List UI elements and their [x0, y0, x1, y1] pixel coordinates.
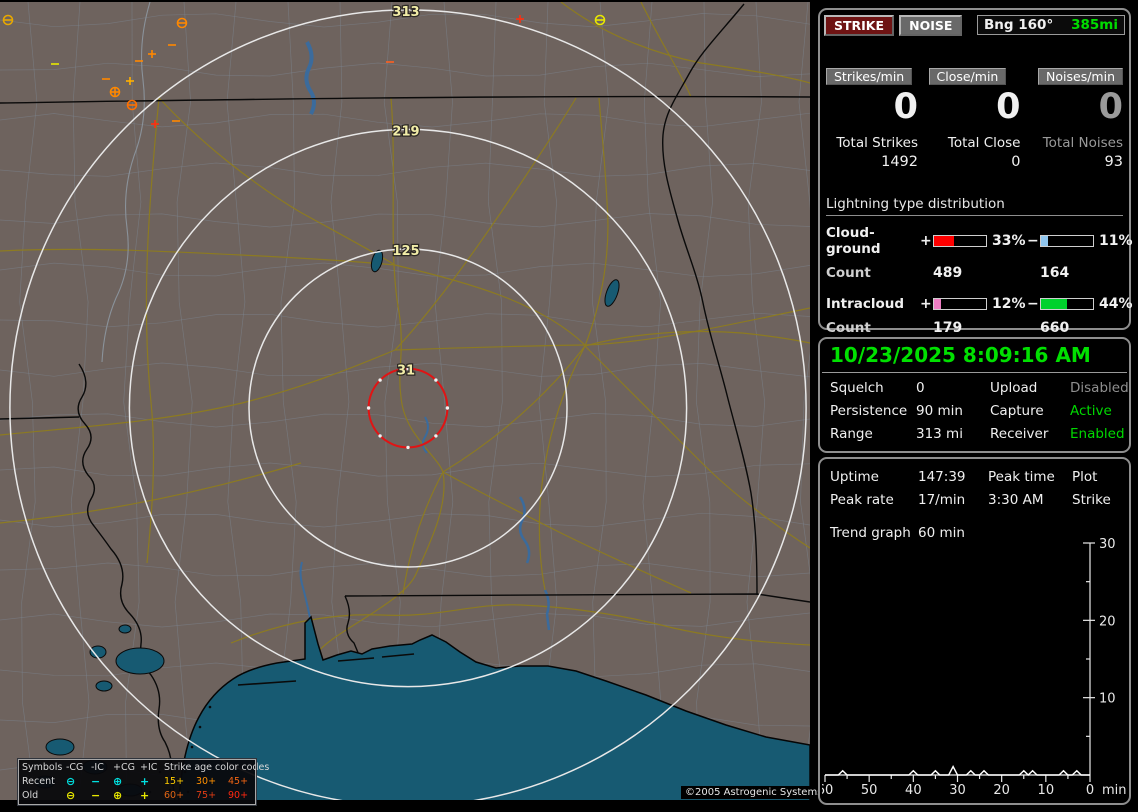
legend-header-4: +IC	[140, 761, 164, 775]
total-strikes-value: 1492	[826, 154, 918, 170]
cloud-ground-row: Cloud-ground + 33% − 11%	[820, 225, 1129, 257]
svg-text:60: 60	[822, 783, 833, 798]
trend-line	[825, 767, 1090, 776]
age-code-60+: 60+	[164, 789, 196, 803]
cg-negative-bar	[1040, 235, 1094, 247]
svg-text:10: 10	[1038, 783, 1055, 798]
svg-text:0: 0	[1086, 783, 1094, 798]
noises-per-min-button[interactable]: Noises/min	[1038, 68, 1123, 85]
app-window: 313 219 125 31 Symbols-CG-IC+CG+ICStrike ag…	[0, 0, 1138, 812]
copyright-label: ©2005 Astrogenic Systems	[681, 786, 826, 799]
svg-text:40: 40	[905, 783, 922, 798]
status-row: Persistence 90 min Capture Active	[820, 403, 1129, 419]
strike-symbol-icon: ⊕	[113, 789, 140, 803]
plus-sign: +	[920, 296, 933, 312]
minus-sign: −	[1027, 233, 1040, 249]
svg-text:30: 30	[949, 783, 966, 798]
map-legend: Symbols-CG-IC+CG+ICStrike age color code…	[18, 759, 256, 805]
status-panel: 10/23/2025 8:09:16 AM Squelch 0 Upload D…	[818, 337, 1131, 453]
legend-header-0: Symbols	[22, 761, 66, 775]
strike-symbol-icon: ⊖	[66, 789, 91, 803]
ring-label-125: 125	[392, 244, 419, 259]
status-row: Squelch 0 Upload Disabled	[820, 380, 1129, 396]
noises-counter: Noises/min 0 Total Noises 93	[1031, 68, 1123, 170]
total-noises-value: 93	[1031, 154, 1123, 170]
age-code-90+: 90+	[228, 789, 256, 803]
bearing-label: Bng 160°	[984, 17, 1053, 33]
noises-rate: 0	[1031, 87, 1123, 127]
bearing-readout: Bng 160° 385mi	[977, 15, 1125, 35]
svg-text:30: 30	[1099, 537, 1116, 552]
legend-row-label: Recent	[22, 775, 66, 789]
close-counter: Close/min 0 Total Close 0	[929, 68, 1021, 170]
svg-text:10: 10	[1099, 692, 1116, 707]
legend-age-title: Strike age color codes	[164, 761, 256, 775]
total-noises-label: Total Noises	[1031, 135, 1123, 151]
ic-negative-bar	[1040, 298, 1094, 310]
age-code-45+: 45+	[228, 775, 256, 789]
strike-circle-plus	[111, 88, 120, 97]
svg-text:20: 20	[1099, 614, 1116, 629]
strikes-counter: Strikes/min 0 Total Strikes 1492	[826, 68, 918, 170]
total-close-value: 0	[929, 154, 1021, 170]
stats-panel: STRIKE NOISE Bng 160° 385mi Strikes/min …	[818, 8, 1131, 330]
session-row: Peak rate 17/min 3:30 AM Strike	[820, 492, 1129, 508]
map-canvas: 313 219 125 31	[0, 2, 810, 800]
lightning-map[interactable]: 313 219 125 31 Symbols-CG-IC+CG+ICStrike ag…	[0, 2, 810, 800]
age-code-75+: 75+	[196, 789, 228, 803]
trend-chart: 10 20 30 0 10 20 30 40 50 60 min	[822, 535, 1130, 801]
datetime-display: 10/23/2025 8:09:16 AM	[822, 339, 1127, 373]
legend-header-1: -CG	[66, 761, 91, 775]
age-code-15+: 15+	[164, 775, 196, 789]
ic-positive-bar	[933, 298, 987, 310]
minus-sign: −	[1027, 296, 1040, 312]
svg-text:50: 50	[861, 783, 878, 798]
ring-label-31: 31	[397, 364, 415, 379]
status-row: Range 313 mi Receiver Enabled	[820, 426, 1129, 442]
noise-toggle-button[interactable]: NOISE	[899, 15, 962, 36]
strikes-rate: 0	[826, 87, 918, 127]
svg-text:20: 20	[993, 783, 1010, 798]
strike-symbol-icon: −	[91, 789, 113, 803]
age-code-30+: 30+	[196, 775, 228, 789]
intracloud-counts: Count 179 660	[820, 320, 1129, 336]
session-panel: Uptime 147:39 Peak time Plot Peak rate 1…	[818, 457, 1131, 805]
cloud-ground-counts: Count 489 164	[820, 265, 1129, 281]
distribution-title: Lightning type distribution	[826, 196, 1123, 216]
session-row: Uptime 147:39 Peak time Plot	[820, 469, 1129, 485]
plus-sign: +	[920, 233, 933, 249]
svg-text:min: min	[1102, 783, 1127, 798]
total-close-label: Total Close	[929, 135, 1021, 151]
cg-positive-bar	[933, 235, 987, 247]
legend-header-3: +CG	[113, 761, 140, 775]
intracloud-row: Intracloud + 12% − 44%	[820, 296, 1129, 312]
strike-symbol-icon: ⊖	[66, 775, 91, 789]
legend-header-2: -IC	[91, 761, 113, 775]
ring-label-219: 219	[392, 124, 419, 139]
close-rate: 0	[929, 87, 1021, 127]
upload-status: Disabled	[1070, 380, 1129, 396]
receiver-status: Enabled	[1070, 426, 1125, 442]
strike-symbol-icon: +	[140, 775, 164, 789]
strikes-per-min-button[interactable]: Strikes/min	[826, 68, 912, 85]
strike-symbol-icon: ⊕	[113, 775, 140, 789]
total-strikes-label: Total Strikes	[826, 135, 918, 151]
strike-symbol-icon: +	[140, 789, 164, 803]
legend-row-label: Old	[22, 789, 66, 803]
ring-label-313: 313	[392, 5, 419, 20]
capture-status: Active	[1070, 403, 1119, 419]
close-per-min-button[interactable]: Close/min	[929, 68, 1007, 85]
strike-toggle-button[interactable]: STRIKE	[824, 15, 894, 36]
strike-symbol-icon: −	[91, 775, 113, 789]
bearing-range: 385mi	[1071, 17, 1118, 33]
